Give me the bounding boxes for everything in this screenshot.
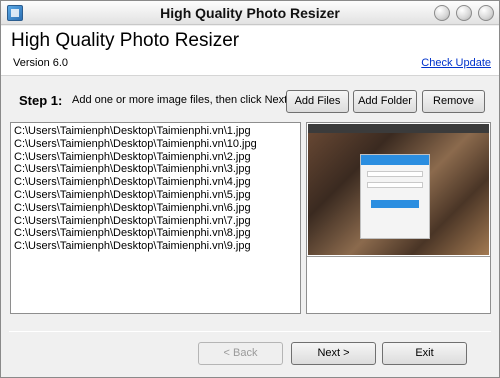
list-item[interactable]: C:\Users\Taimienph\Desktop\Taimienphi.vn… (14, 240, 297, 253)
list-item[interactable]: C:\Users\Taimienph\Desktop\Taimienphi.vn… (14, 151, 297, 164)
list-item[interactable]: C:\Users\Taimienph\Desktop\Taimienphi.vn… (14, 215, 297, 228)
header-panel: High Quality Photo Resizer Version 6.0 C… (1, 26, 499, 76)
preview-field (367, 182, 423, 188)
list-item[interactable]: C:\Users\Taimienph\Desktop\Taimienphi.vn… (14, 138, 297, 151)
step-instruction: Add one or more image files, then click … (72, 94, 291, 106)
close-button[interactable] (478, 5, 494, 21)
title-bar[interactable]: High Quality Photo Resizer (1, 1, 499, 25)
app-title: High Quality Photo Resizer (11, 30, 240, 51)
preview-browser-bar (308, 124, 489, 133)
list-item[interactable]: C:\Users\Taimienph\Desktop\Taimienphi.vn… (14, 202, 297, 215)
add-files-button[interactable]: Add Files (286, 90, 349, 113)
step-label: Step 1: (19, 93, 63, 108)
next-button[interactable]: Next > (291, 342, 376, 365)
preview-image (308, 124, 489, 255)
preview-dialog (360, 154, 430, 239)
file-list[interactable]: C:\Users\Taimienph\Desktop\Taimienphi.vn… (10, 122, 301, 314)
list-item[interactable]: C:\Users\Taimienph\Desktop\Taimienphi.vn… (14, 176, 297, 189)
app-window: High Quality Photo Resizer High Quality … (0, 0, 500, 378)
footer-separator (9, 331, 491, 332)
preview-field (367, 171, 423, 177)
maximize-button[interactable] (456, 5, 472, 21)
list-item[interactable]: C:\Users\Taimienph\Desktop\Taimienphi.vn… (14, 227, 297, 240)
remove-button[interactable]: Remove (422, 90, 485, 113)
check-update-link[interactable]: Check Update (421, 57, 491, 69)
window-title: High Quality Photo Resizer (160, 5, 340, 21)
image-preview (306, 122, 491, 314)
version-label: Version 6.0 (13, 57, 69, 69)
add-folder-button[interactable]: Add Folder (353, 90, 417, 113)
preview-divider (307, 256, 490, 257)
list-item[interactable]: C:\Users\Taimienph\Desktop\Taimienphi.vn… (14, 163, 297, 176)
preview-dialog-button (371, 200, 419, 208)
list-item[interactable]: C:\Users\Taimienph\Desktop\Taimienphi.vn… (14, 189, 297, 202)
preview-dialog-header (361, 155, 429, 165)
exit-button[interactable]: Exit (382, 342, 467, 365)
list-item[interactable]: C:\Users\Taimienph\Desktop\Taimienphi.vn… (14, 125, 297, 138)
minimize-button[interactable] (434, 5, 450, 21)
back-button[interactable]: < Back (198, 342, 283, 365)
